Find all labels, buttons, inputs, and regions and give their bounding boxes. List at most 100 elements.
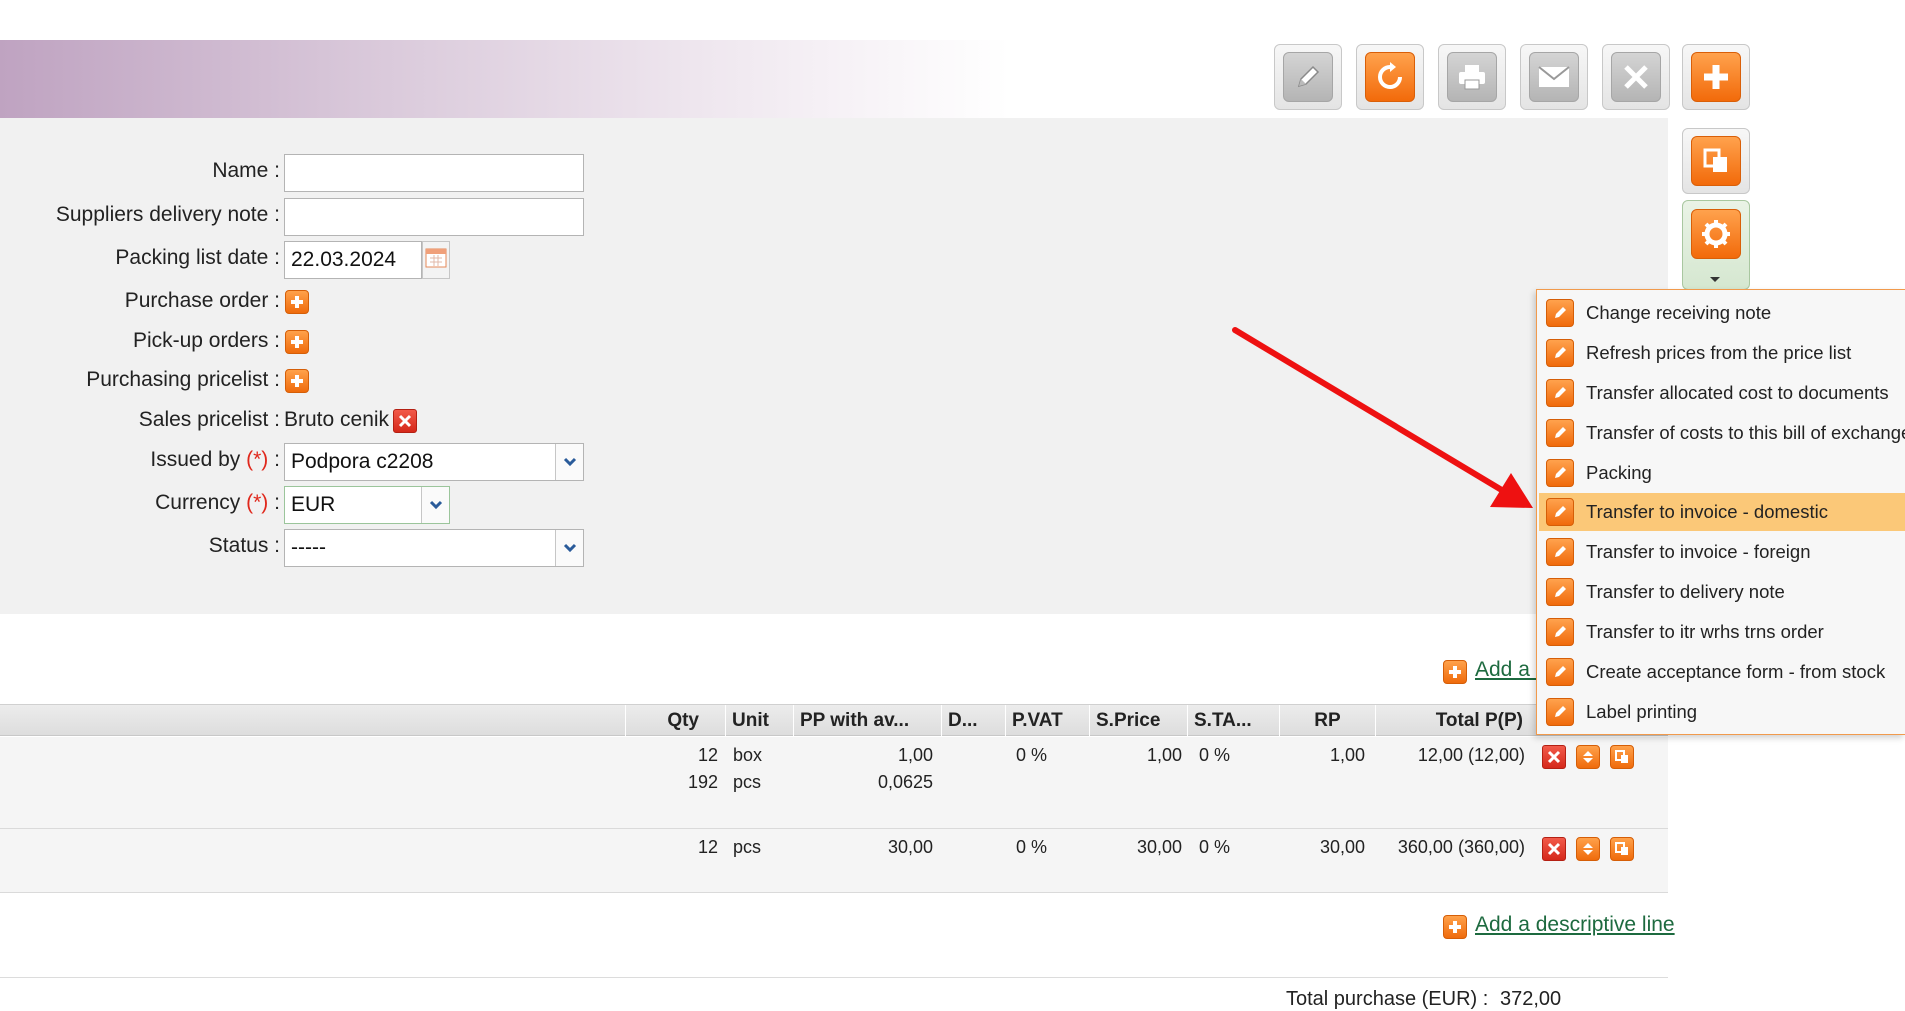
close-icon — [1547, 750, 1561, 764]
row1-move-button[interactable] — [1576, 745, 1600, 769]
col-qty[interactable]: Qty — [625, 705, 725, 736]
menu-item-label-printing[interactable]: Label printing — [1539, 693, 1905, 731]
pencil-icon — [1546, 498, 1574, 526]
chevron-down-icon — [555, 444, 583, 480]
pencil-icon — [1546, 618, 1574, 646]
annotation-arrow-icon — [1232, 327, 1533, 508]
col-stax[interactable]: S.TA... — [1187, 705, 1279, 736]
chevron-down-icon — [1707, 267, 1723, 291]
sales-pricelist-value: Bruto cenik — [284, 408, 390, 431]
add-button[interactable] — [1682, 44, 1750, 110]
add-purchase-order-button[interactable] — [285, 290, 309, 314]
row1-stax: 0 % — [1199, 745, 1231, 765]
menu-item-transfer-invoice-foreign[interactable]: Transfer to invoice - foreign — [1539, 533, 1905, 571]
refresh-icon — [1365, 52, 1415, 102]
plus-icon — [1449, 921, 1461, 933]
mail-icon — [1529, 52, 1579, 102]
col-discount[interactable]: D... — [941, 705, 1005, 736]
total-purchase-value: 372,00 — [1500, 988, 1562, 1010]
add-descriptive-line-link[interactable]: Add a descriptive line — [1475, 913, 1675, 937]
menu-item-label: Transfer to delivery note — [1586, 581, 1785, 602]
row2-pp: 30,00 — [887, 837, 933, 857]
menu-item-transfer-invoice-domestic[interactable]: Transfer to invoice - domestic — [1539, 493, 1905, 531]
add-purchasing-pricelist-button[interactable] — [285, 369, 309, 393]
menu-item-label: Transfer of costs to this bill of exchan… — [1586, 422, 1905, 443]
row1-copy-button[interactable] — [1610, 745, 1634, 769]
col-sprice[interactable]: S.Price — [1089, 705, 1187, 736]
packing-date-label: Packing list date : — [115, 246, 280, 269]
plus-icon — [1449, 666, 1461, 678]
status-select[interactable]: ----- — [284, 529, 584, 567]
menu-item-transfer-costs-bill[interactable]: Transfer of costs to this bill of exchan… — [1539, 414, 1905, 452]
pencil-icon — [1283, 52, 1333, 102]
menu-item-transfer-delivery-note[interactable]: Transfer to delivery note — [1539, 573, 1905, 611]
menu-item-label: Transfer to invoice - foreign — [1586, 541, 1811, 562]
add-line-plus-icon[interactable] — [1443, 915, 1467, 939]
purchasing-pricelist-label: Purchasing pricelist : — [86, 368, 280, 391]
printer-icon — [1447, 52, 1497, 102]
row2-move-button[interactable] — [1576, 837, 1600, 861]
edit-button[interactable] — [1274, 44, 1342, 110]
menu-item-transfer-allocated-cost[interactable]: Transfer allocated cost to documents — [1539, 374, 1905, 412]
pencil-icon — [1546, 379, 1574, 407]
close-icon — [1611, 52, 1661, 102]
add-line-plus-icon[interactable] — [1443, 660, 1467, 684]
items-table-header: Qty Unit PP with av... D... P.VAT S.Pric… — [0, 704, 1668, 736]
currency-label: Currency (*) : — [155, 491, 280, 514]
issued-by-select[interactable]: Podpora c2208 — [284, 443, 584, 481]
copy-button[interactable] — [1682, 128, 1750, 194]
menu-item-label: Transfer allocated cost to documents — [1586, 382, 1889, 403]
menu-item-create-acceptance-form[interactable]: Create acceptance form - from stock — [1539, 653, 1905, 691]
row2-stax: 0 % — [1199, 837, 1231, 857]
header-bar — [0, 40, 1010, 118]
row2-unit: pcs — [733, 837, 762, 857]
menu-item-packing[interactable]: Packing — [1539, 454, 1905, 492]
delete-button[interactable] — [1602, 44, 1670, 110]
issued-by-label: Issued by (*) : — [150, 448, 280, 471]
col-pp-with-av[interactable]: PP with av... — [793, 705, 941, 736]
col-rp[interactable]: RP — [1279, 705, 1375, 736]
name-input[interactable] — [284, 154, 584, 192]
row1-delete-button[interactable] — [1542, 745, 1566, 769]
status-value: ----- — [291, 536, 326, 559]
remove-sales-pricelist-button[interactable] — [393, 409, 417, 433]
menu-item-refresh-prices[interactable]: Refresh prices from the price list — [1539, 334, 1905, 372]
packing-date-input[interactable]: 22.03.2024 — [284, 241, 422, 279]
plus-icon — [291, 375, 303, 387]
plus-icon — [1691, 52, 1741, 102]
row1-sprice: 1,00 — [1146, 745, 1182, 765]
name-label: Name : — [212, 159, 280, 182]
divider — [0, 977, 1668, 978]
row2-qty: 12 — [697, 837, 718, 857]
col-total[interactable]: Total P(P) — [1375, 705, 1537, 736]
copy-icon — [1615, 842, 1628, 855]
row1-total: 12,00 (12,00) — [1417, 745, 1525, 765]
menu-item-label: Label printing — [1586, 701, 1698, 722]
row2-copy-button[interactable] — [1610, 837, 1634, 861]
calendar-icon — [425, 246, 447, 274]
print-button[interactable] — [1438, 44, 1506, 110]
calendar-button[interactable] — [422, 241, 450, 279]
row2-delete-button[interactable] — [1542, 837, 1566, 861]
menu-item-label: Refresh prices from the price list — [1586, 342, 1852, 363]
pencil-icon — [1546, 698, 1574, 726]
close-icon — [1547, 842, 1561, 856]
add-pickup-orders-button[interactable] — [285, 330, 309, 354]
row1-qty: 12 — [697, 745, 718, 765]
col-pvat[interactable]: P.VAT — [1005, 705, 1089, 736]
row2-pvat: 0 % — [1016, 837, 1048, 857]
refresh-button[interactable] — [1356, 44, 1424, 110]
chevron-down-icon — [555, 530, 583, 566]
email-button[interactable] — [1520, 44, 1588, 110]
pencil-icon — [1546, 578, 1574, 606]
menu-item-transfer-itr-wrhs[interactable]: Transfer to itr wrhs trns order — [1539, 613, 1905, 651]
suppliers-note-input[interactable] — [284, 198, 584, 236]
copy-icon — [1691, 136, 1741, 186]
row1-pvat: 0 % — [1016, 745, 1048, 765]
row1-pp-secondary: 0,0625 — [877, 772, 933, 792]
total-purchase-label: Total purchase (EUR) : — [1286, 988, 1489, 1010]
currency-select[interactable]: EUR — [284, 486, 450, 524]
col-unit[interactable]: Unit — [725, 705, 793, 736]
menu-item-change-receiving-note[interactable]: Change receiving note — [1539, 294, 1905, 332]
issued-by-value: Podpora c2208 — [291, 450, 434, 473]
